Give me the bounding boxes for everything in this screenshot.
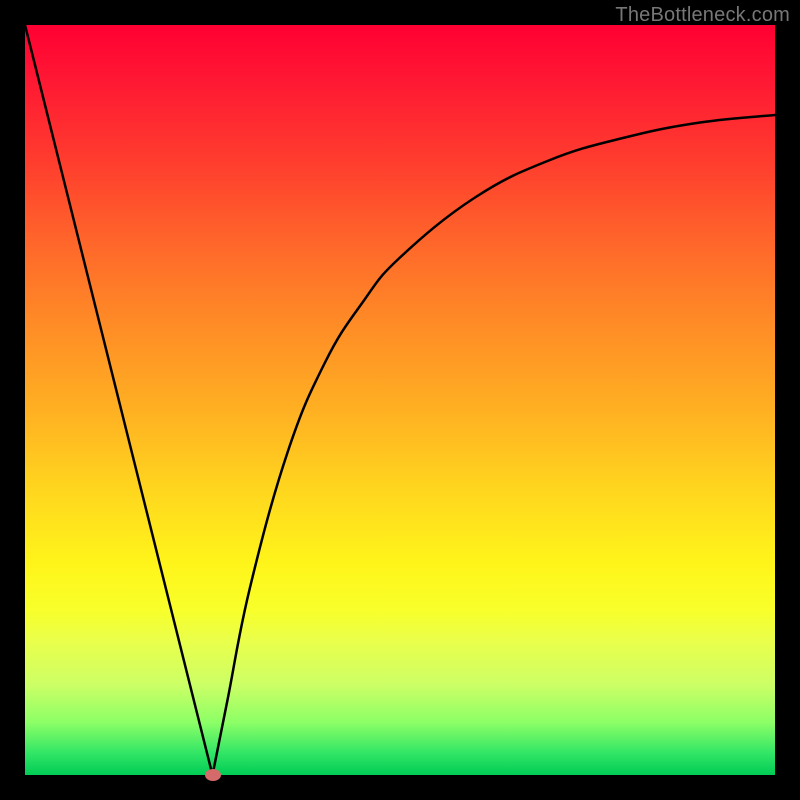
chart-frame: TheBottleneck.com: [0, 0, 800, 800]
min-point-marker: [205, 769, 221, 781]
plot-area: [25, 25, 775, 775]
watermark-text: TheBottleneck.com: [615, 4, 790, 27]
bottleneck-curve: [25, 25, 775, 775]
